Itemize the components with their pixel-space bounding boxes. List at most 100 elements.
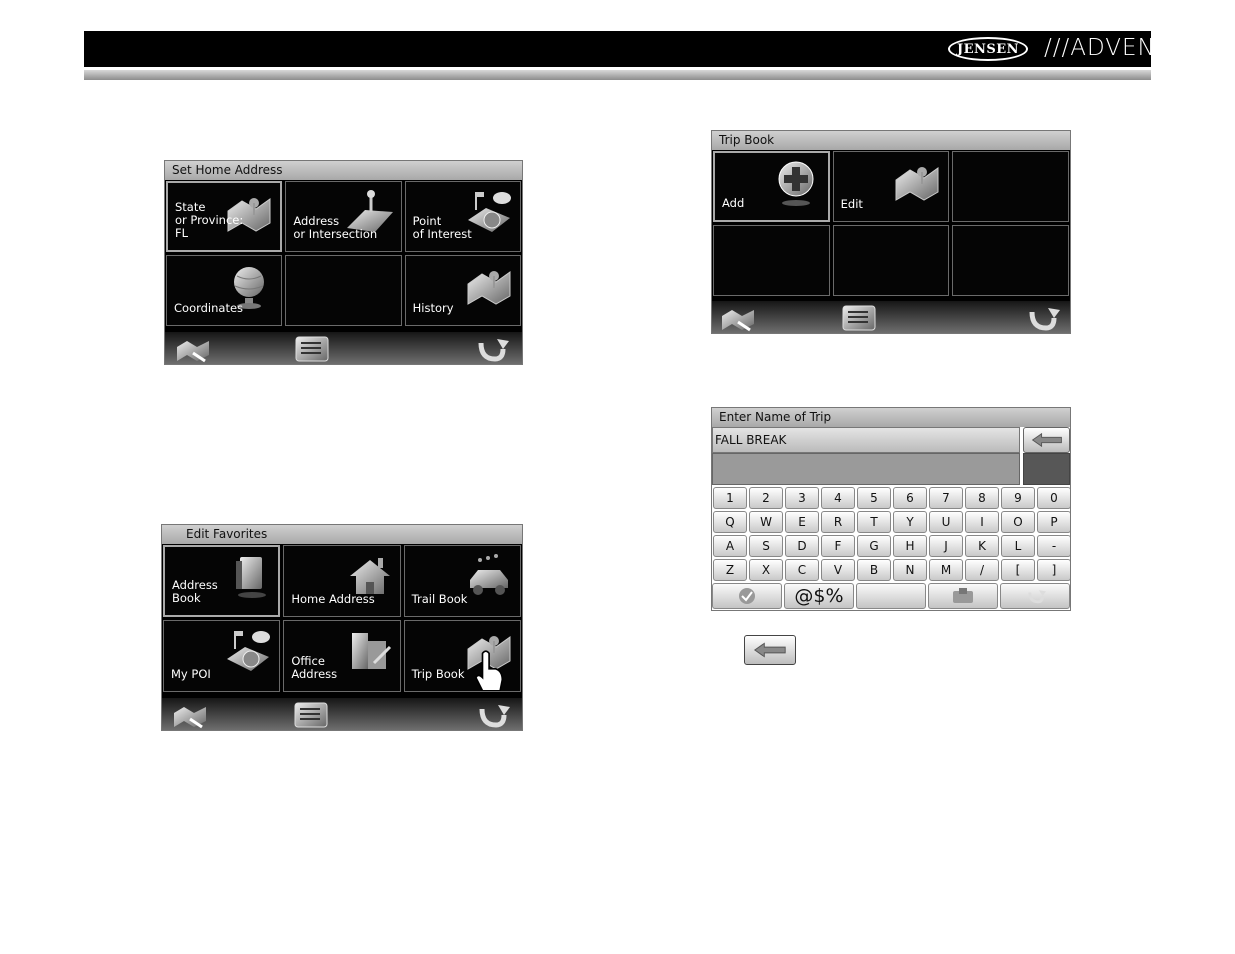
tile-address-book[interactable]: Address Book: [163, 545, 281, 617]
key-[[interactable]: [: [1001, 559, 1035, 581]
key-U[interactable]: U: [929, 511, 963, 533]
key-4[interactable]: 4: [821, 487, 855, 509]
tile-label: Home Address: [291, 592, 375, 606]
key-I[interactable]: I: [965, 511, 999, 533]
key-5[interactable]: 5: [857, 487, 891, 509]
key-X[interactable]: X: [749, 559, 783, 581]
tile-label: Address or Intersection: [293, 214, 378, 241]
key-N[interactable]: N: [893, 559, 927, 581]
key-T[interactable]: T: [857, 511, 891, 533]
confirm-button[interactable]: [712, 583, 782, 609]
key-C[interactable]: C: [785, 559, 819, 581]
blank-key: [1023, 453, 1070, 485]
screen-title: Set Home Address: [165, 161, 522, 180]
address-book-icon: [222, 553, 272, 601]
screen-title: Edit Favorites: [162, 525, 522, 544]
space-button[interactable]: [856, 583, 926, 609]
back-arrow-icon[interactable]: [471, 335, 509, 363]
suggestion-field: [712, 453, 1020, 485]
header-stripe: [84, 70, 1151, 80]
key-K[interactable]: K: [965, 535, 999, 557]
bottom-toolbar: [165, 332, 522, 364]
advent-logo-text: ///ADVENT: [1044, 35, 1171, 61]
trip-book-screen: Trip Book Add Edit: [711, 130, 1071, 334]
check-icon: [739, 588, 755, 604]
tile-state-province[interactable]: State or Province: FL: [166, 181, 283, 252]
key-D[interactable]: D: [785, 535, 819, 557]
key-L[interactable]: L: [1001, 535, 1035, 557]
tile-address-intersection[interactable]: Address or Intersection: [285, 181, 402, 252]
key-F[interactable]: F: [821, 535, 855, 557]
key-0[interactable]: 0: [1037, 487, 1070, 509]
key-Y[interactable]: Y: [893, 511, 927, 533]
key-1[interactable]: 1: [713, 487, 747, 509]
key-7[interactable]: 7: [929, 487, 963, 509]
key-Q[interactable]: Q: [713, 511, 747, 533]
tile-point-of-interest[interactable]: Point of Interest: [404, 181, 521, 252]
map-hand-icon[interactable]: [720, 304, 758, 332]
symbols-label: @$%: [794, 585, 844, 607]
jensen-logo-text: JENSEN: [956, 41, 1020, 57]
list-menu-icon[interactable]: [840, 304, 878, 332]
tile-empty: [713, 225, 830, 296]
keyboard-icon: [953, 588, 973, 603]
key-H[interactable]: H: [893, 535, 927, 557]
key-B[interactable]: B: [857, 559, 891, 581]
key-9[interactable]: 9: [1001, 487, 1035, 509]
tile-label: My POI: [171, 667, 211, 681]
key-2[interactable]: 2: [749, 487, 783, 509]
tile-trail-book[interactable]: Trail Book: [403, 545, 521, 617]
list-menu-icon[interactable]: [292, 701, 330, 729]
tile-label: Trail Book: [411, 592, 468, 606]
tile-office-address[interactable]: Office Address: [283, 620, 401, 692]
tile-add[interactable]: Add: [713, 151, 830, 222]
key-S[interactable]: S: [749, 535, 783, 557]
tile-label: Trip Book: [411, 667, 465, 681]
map-hand-icon[interactable]: [175, 335, 213, 363]
add-plus-icon: [772, 159, 822, 207]
key--[interactable]: -: [1037, 535, 1070, 557]
keyboard: 1 2 3 4 5 6 7 8 9 0 Q W E R T Y U I O P A S D F G H J K L - Z X C V B N M /[]…: [712, 485, 1070, 610]
key-6[interactable]: 6: [893, 487, 927, 509]
key-J[interactable]: J: [929, 535, 963, 557]
back-arrow-icon[interactable]: [1022, 304, 1060, 332]
tile-label: History: [412, 301, 454, 315]
screen-title: Trip Book: [712, 131, 1070, 150]
backspace-arrow-icon: [1029, 431, 1065, 449]
key-R[interactable]: R: [821, 511, 855, 533]
key-G[interactable]: G: [857, 535, 891, 557]
map-hand-icon[interactable]: [172, 701, 210, 729]
backspace-key-illustration: [744, 635, 796, 665]
key-E[interactable]: E: [785, 511, 819, 533]
trip-name-input[interactable]: FALL BREAK: [712, 427, 1020, 453]
tile-empty: [285, 255, 402, 326]
key-W[interactable]: W: [749, 511, 783, 533]
back-arrow-icon[interactable]: [472, 701, 510, 729]
back-button[interactable]: [1000, 583, 1070, 609]
keyboard-layout-button[interactable]: [928, 583, 998, 609]
key-V[interactable]: V: [821, 559, 855, 581]
tile-edit[interactable]: Edit: [832, 151, 950, 222]
key-8[interactable]: 8: [965, 487, 999, 509]
tile-history[interactable]: History: [404, 255, 521, 326]
symbols-button[interactable]: @$%: [784, 583, 854, 609]
key-/[interactable]: /: [965, 559, 999, 581]
key-O[interactable]: O: [1001, 511, 1035, 533]
tile-empty: [952, 225, 1069, 296]
key-Z[interactable]: Z: [713, 559, 747, 581]
tile-home-address[interactable]: Home Address: [283, 545, 401, 617]
bottom-toolbar: [162, 698, 522, 730]
key-M[interactable]: M: [929, 559, 963, 581]
tile-label: Point of Interest: [412, 214, 472, 241]
key-P[interactable]: P: [1037, 511, 1070, 533]
advent-logo: ///ADVENT: [1044, 34, 1171, 62]
backspace-button[interactable]: [1023, 427, 1070, 453]
key-][interactable]: ]: [1037, 559, 1070, 581]
key-A[interactable]: A: [713, 535, 747, 557]
tile-trip-book[interactable]: Trip Book: [403, 620, 521, 692]
tile-my-poi[interactable]: My POI: [163, 620, 281, 692]
tile-label: Coordinates: [174, 301, 244, 315]
tile-coordinates[interactable]: Coordinates: [166, 255, 283, 326]
key-3[interactable]: 3: [785, 487, 819, 509]
list-menu-icon[interactable]: [293, 335, 331, 363]
